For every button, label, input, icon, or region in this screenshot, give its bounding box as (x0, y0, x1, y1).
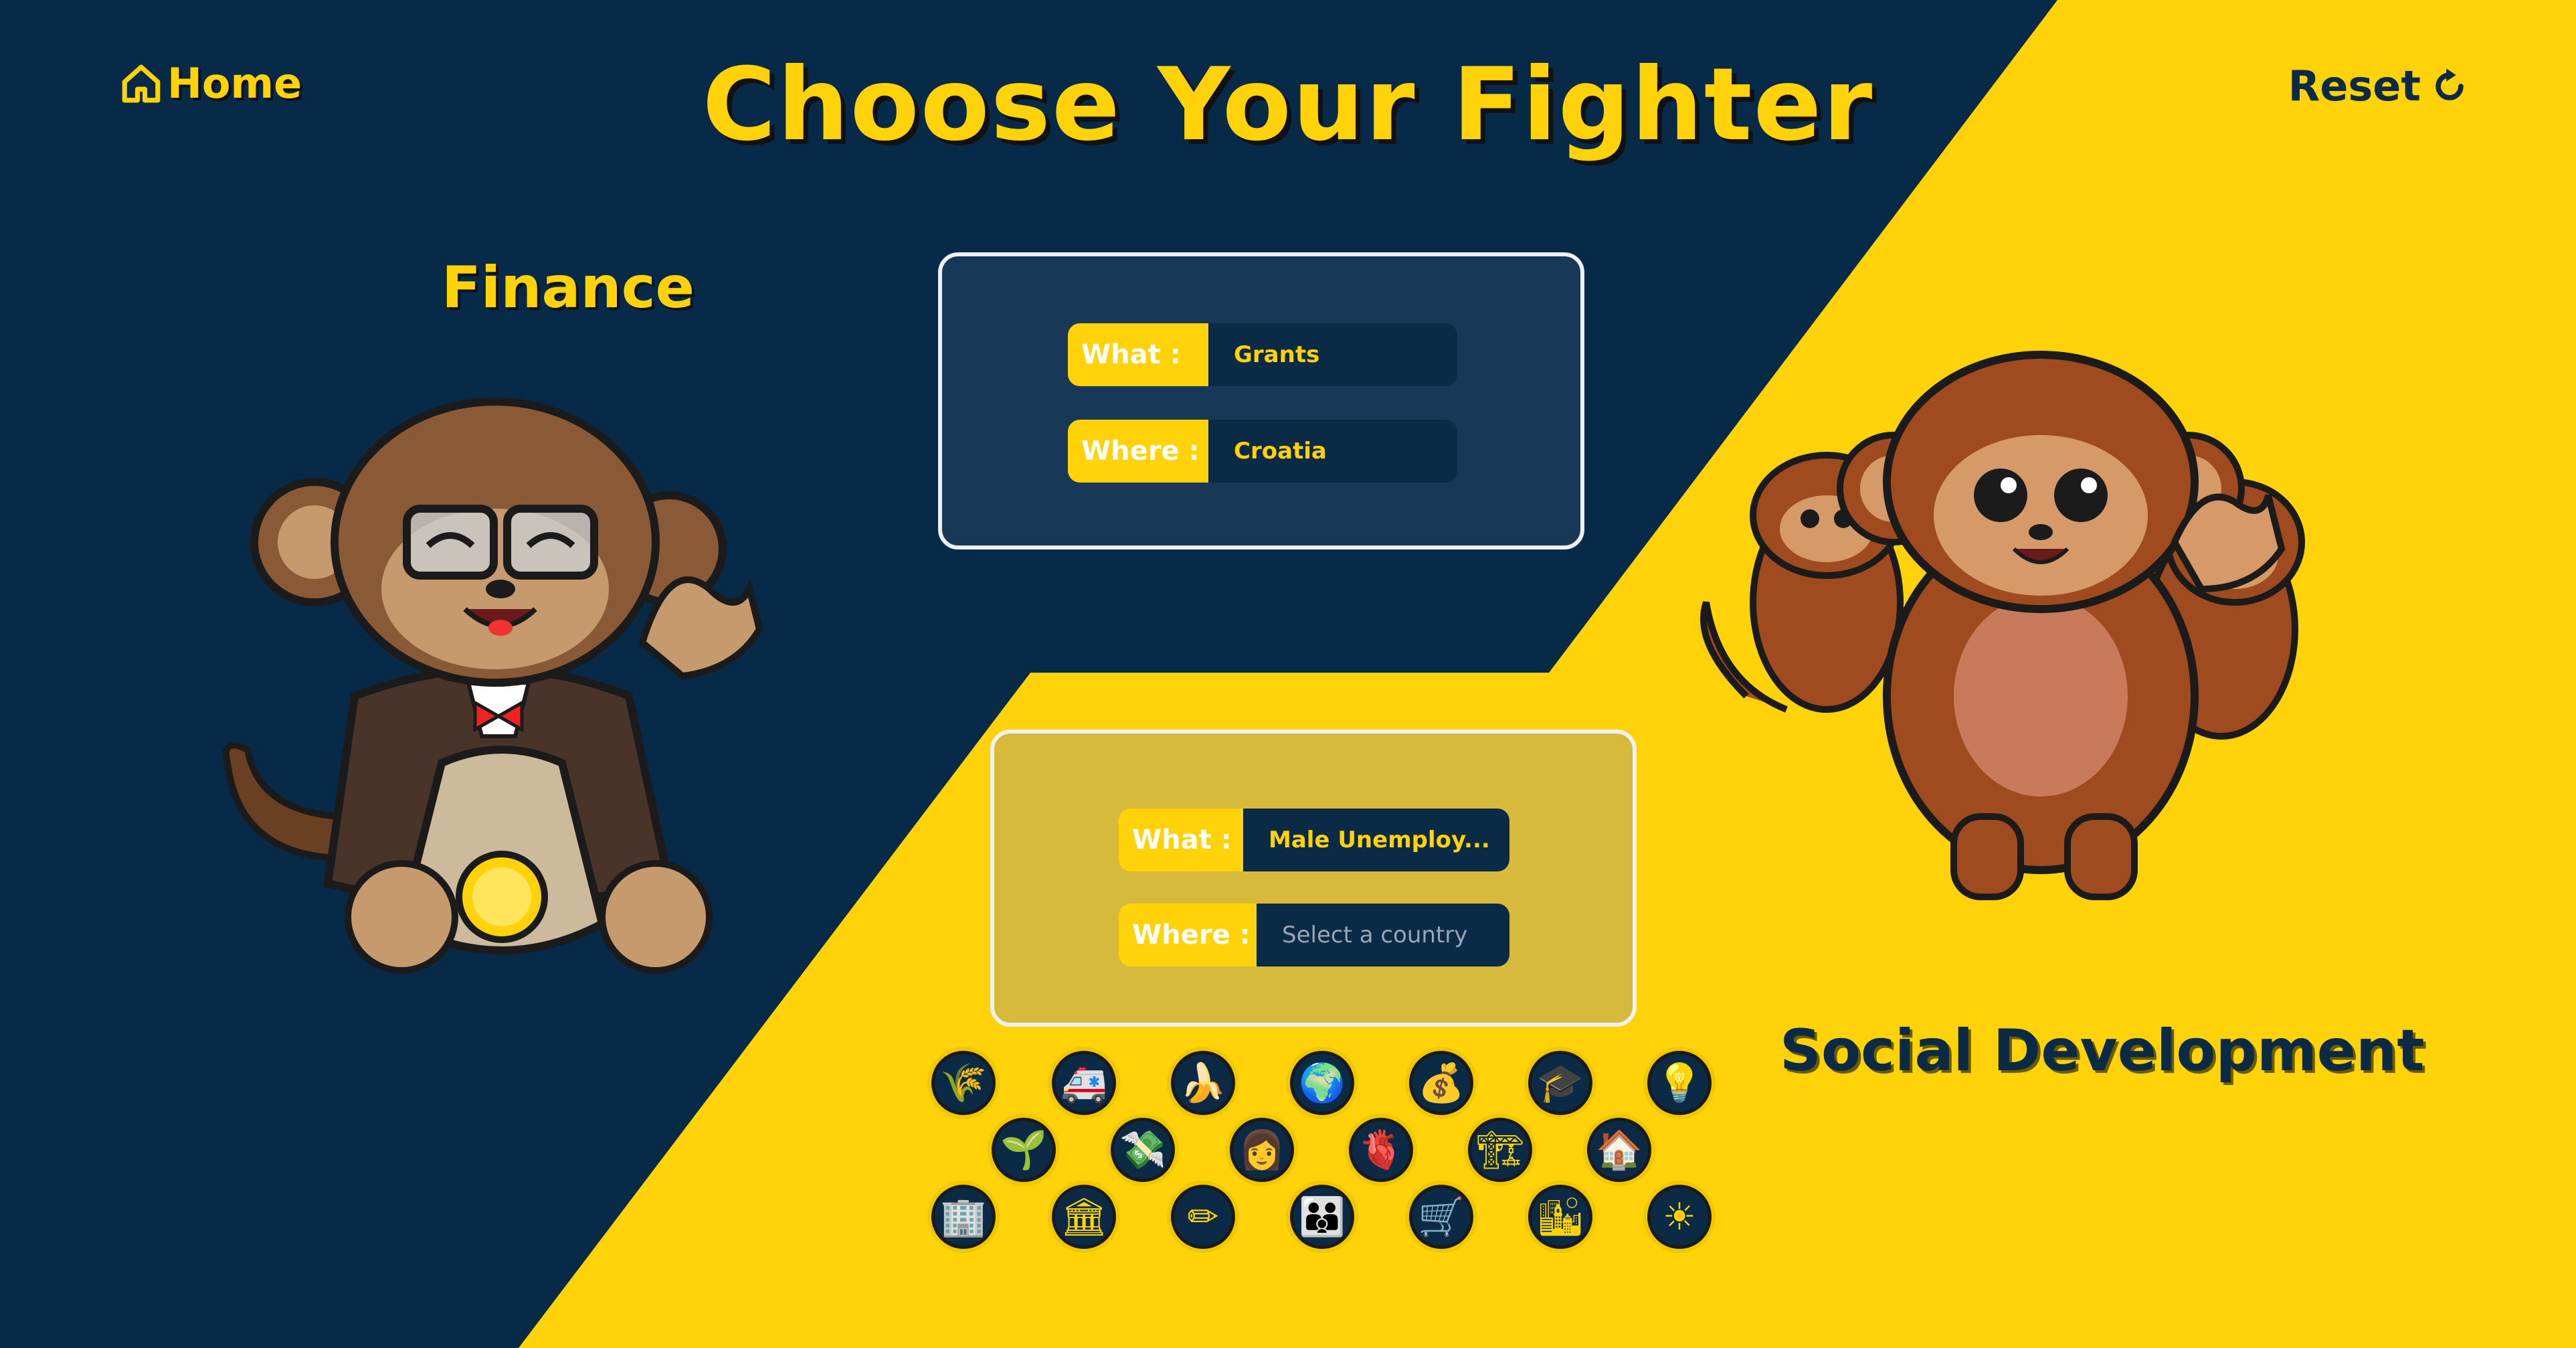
house-icon[interactable]: 🏠 (1587, 1118, 1651, 1182)
office-building-icon[interactable]: 🏢 (931, 1185, 996, 1249)
finance-what-label: What : (1068, 323, 1208, 386)
social-where-country-select[interactable]: Select a country (1257, 904, 1509, 966)
sun-icon[interactable]: ☀ (1647, 1185, 1712, 1249)
finance-where-dropdown[interactable]: Croatia (1208, 420, 1457, 483)
construction-crane-icon[interactable]: 🏗 (1468, 1118, 1532, 1182)
anatomical-heart-icon[interactable]: 🫀 (1349, 1118, 1413, 1182)
family-icon[interactable]: 👪 (1290, 1185, 1354, 1249)
social-where-field[interactable]: Where : Select a country (1119, 904, 1509, 966)
finance-monkey-illustration[interactable] (201, 388, 790, 1004)
page-title: Choose Your Fighter (702, 47, 1874, 163)
finance-what-dropdown[interactable]: Grants (1208, 323, 1457, 386)
social-what-label: What : (1119, 809, 1243, 871)
reset-label: Reset (2288, 62, 2421, 110)
ambulance-icon[interactable]: 🚑 (1052, 1051, 1116, 1115)
globe-icon[interactable]: 🌍 (1290, 1051, 1354, 1115)
finance-selection-panel: What : Grants Where : Croatia (938, 252, 1584, 550)
social-development-selection-panel: What : Male Unemploy... Where : Select a… (990, 730, 1637, 1027)
money-bag-icon[interactable]: 💰 (1409, 1051, 1473, 1115)
reset-button[interactable]: Reset (2288, 62, 2469, 110)
woman-icon[interactable]: 👩 (1230, 1118, 1294, 1182)
social-where-label: Where : (1119, 904, 1257, 966)
wheat-icon[interactable]: 🌾 (931, 1051, 996, 1115)
social-development-monkeys-illustration[interactable] (1693, 348, 2369, 917)
cityscape-icon[interactable]: 🏙 (1528, 1185, 1592, 1249)
money-with-wings-icon[interactable]: 💸 (1111, 1118, 1175, 1182)
finance-what-field[interactable]: What : Grants (1068, 323, 1457, 386)
social-what-field[interactable]: What : Male Unemploy... (1119, 809, 1509, 871)
finance-where-label: Where : (1068, 420, 1208, 483)
finance-fighter-label: Finance (442, 254, 695, 321)
fighter-select-screen: Home Choose Your Fighter Reset Finance S… (0, 0, 2576, 1348)
graduation-cap-icon[interactable]: 🎓 (1528, 1051, 1592, 1115)
social-what-dropdown[interactable]: Male Unemploy... (1243, 809, 1509, 871)
social-development-fighter-label: Social Development (1780, 1017, 2425, 1084)
seedling-icon[interactable]: 🌱 (992, 1118, 1056, 1182)
pencil-icon[interactable]: ✏ (1171, 1185, 1235, 1249)
shopping-cart-icon[interactable]: 🛒 (1409, 1185, 1473, 1249)
light-bulb-icon[interactable]: 💡 (1647, 1051, 1712, 1115)
banana-icon[interactable]: 🍌 (1171, 1051, 1235, 1115)
refresh-icon (2435, 68, 2464, 100)
finance-where-field[interactable]: Where : Croatia (1068, 420, 1457, 483)
classical-building-icon[interactable]: 🏛 (1052, 1185, 1116, 1249)
